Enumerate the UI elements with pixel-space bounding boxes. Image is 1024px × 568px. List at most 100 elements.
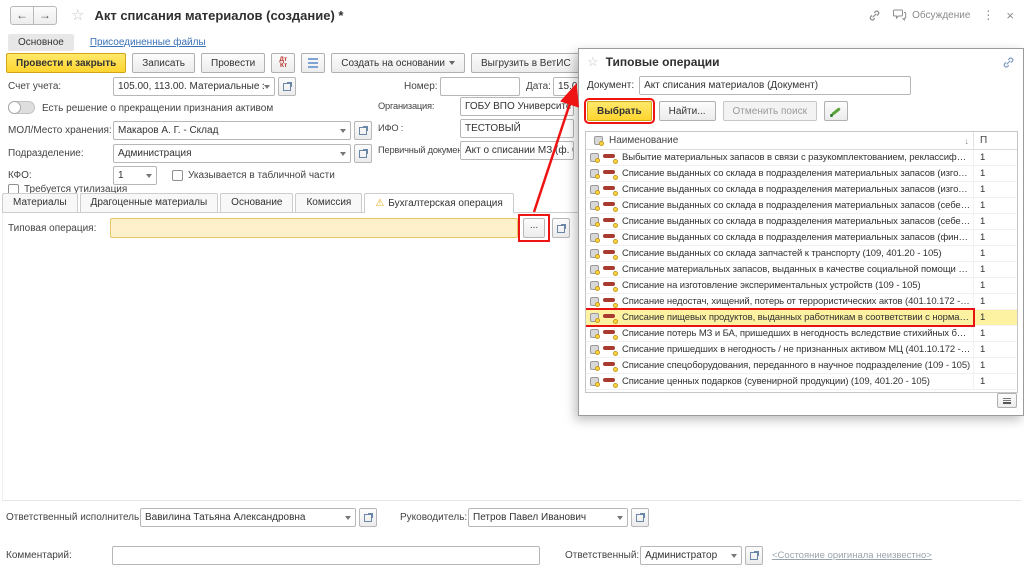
manager-open-button[interactable] [631,508,649,527]
post-and-close-button[interactable]: Провести и закрыть [6,53,126,73]
cancel-search-button[interactable]: Отменить поиск [723,101,817,121]
titlebar: ← → ☆ Акт списания материалов (создание)… [0,0,1024,30]
predefined-icon [590,185,599,194]
predefined-icon [590,345,599,354]
edit-button[interactable] [824,101,848,121]
ifo-field[interactable]: ТЕСТОВЫЙ [460,119,574,138]
predefined-icon [590,233,599,242]
chevron-down-icon[interactable] [340,129,346,133]
period-column-header[interactable]: П [973,132,1017,149]
tab-commission[interactable]: Комиссия [295,193,362,212]
list-row[interactable]: Списание выданных со склада запчастей к … [586,246,1017,262]
operation-name: Списание выданных со склада в подразделе… [622,216,973,227]
typical-operation-open-button[interactable] [552,218,570,238]
list-row[interactable]: Списание потерь МЗ и БА, пришедших в нег… [586,326,1017,342]
chevron-down-icon[interactable] [731,554,737,558]
typical-operation-field[interactable] [110,218,518,238]
organization-field[interactable]: ГОБУ ВПО Университет искусств [460,97,574,116]
list-row[interactable]: Списание выданных со склада в подразделе… [586,166,1017,182]
operation-icon [603,249,616,258]
responsible-field[interactable]: Администратор [640,546,742,565]
tab-accounting-operation[interactable]: ⚠ Бухгалтерская операция [364,193,513,213]
list-row[interactable]: Списание выданных со склада в подразделе… [586,214,1017,230]
operation-icon [603,329,616,338]
dt-kt-button[interactable]: ДтКт [271,53,295,73]
list-row[interactable]: Списание выданных со склада в подразделе… [586,198,1017,214]
date-label: Дата: [526,77,551,96]
chevron-down-icon[interactable] [345,516,351,520]
responsible-executor-field[interactable]: Вавилина Татьяна Александровна [140,508,356,527]
tab-materials[interactable]: Материалы [2,193,78,212]
comment-label: Комментарий: [6,546,72,565]
list-row[interactable]: Списание ценных подарков (сувенирной про… [586,374,1017,390]
kfo-in-table-checkbox[interactable] [172,170,183,181]
list-row[interactable]: Списание выданных со склада в подразделе… [586,182,1017,198]
write-button[interactable]: Записать [132,53,195,73]
derecognition-toggle[interactable] [8,101,35,114]
row-main: Списание пищевых продуктов, выданных раб… [586,310,973,325]
chevron-down-icon[interactable] [340,152,346,156]
mol-field[interactable]: Макаров А. Г. - Склад [113,121,351,140]
forward-button[interactable]: → [33,6,57,25]
popup-document-field[interactable]: Акт списания материалов (Документ) [639,76,911,95]
more-menu-icon[interactable]: ⋮ [982,8,994,22]
section-tabs: Основное Присоединенные файлы [8,32,206,52]
primary-doc-field[interactable]: Акт о списании МЗ (ф. 0510460) ( [460,141,574,160]
list-row[interactable]: Списание недостач, хищений, потерь от те… [586,294,1017,310]
tab-precious-materials[interactable]: Драгоценные материалы [80,193,219,212]
row-main: Списание выданных со склада в подразделе… [586,166,973,181]
typical-operation-choose-button[interactable]: ... [523,218,545,238]
list-row[interactable]: Выбытие материальных запасов в связи с р… [586,150,1017,166]
document-structure-button[interactable] [301,53,325,73]
create-on-base-label: Создать на основании [341,58,445,69]
account-open-button[interactable] [278,77,296,96]
favorite-star-icon[interactable]: ☆ [587,54,599,70]
close-icon[interactable]: × [1006,8,1014,23]
tab-attached-files[interactable]: Присоединенные файлы [90,37,206,48]
department-open-button[interactable] [354,144,372,163]
account-field[interactable]: 105.00, 113.00. Материальные запасы, Би [113,77,275,96]
discussion-button[interactable]: Обсуждение [893,9,970,21]
get-link-icon[interactable] [868,9,881,22]
manager-field[interactable]: Петров Павел Иванович [468,508,628,527]
tab-main[interactable]: Основное [8,34,74,51]
operations-list-header[interactable]: Наименование ↓ П [586,132,1017,150]
original-state-link[interactable]: <Состояние оригинала неизвестно> [772,546,932,565]
operation-period: 1 [973,198,1017,213]
discussion-label: Обсуждение [912,10,970,21]
find-button[interactable]: Найти... [659,101,716,121]
list-row[interactable]: Списание на изготовление экспериментальн… [586,278,1017,294]
chevron-down-icon[interactable] [617,516,623,520]
department-field[interactable]: Администрация [113,144,351,163]
list-row[interactable]: Списание материальных запасов, выданных … [586,262,1017,278]
chevron-down-icon[interactable] [264,85,270,89]
list-row[interactable]: Списание пришедших в негодность / не при… [586,342,1017,358]
post-button[interactable]: Провести [201,53,265,73]
vetis-export-button[interactable]: Выгрузить в ВетИС [471,53,581,73]
warning-icon: ⚠ [375,195,384,213]
history-nav: ← → [10,6,57,25]
operation-icon [603,153,616,162]
manager-value: Петров Павел Иванович [473,512,586,523]
list-row[interactable]: Списание спецоборудования, переданного в… [586,358,1017,374]
back-button[interactable]: ← [10,6,34,25]
select-button[interactable]: Выбрать [587,101,652,121]
row-main: Списание ценных подарков (сувенирной про… [586,374,973,389]
get-link-icon[interactable] [1002,56,1015,69]
chevron-down-icon[interactable] [146,174,152,178]
favorite-star-icon[interactable]: ☆ [71,6,84,24]
scroll-to-end-button[interactable] [997,393,1017,408]
list-row[interactable]: Списание пищевых продуктов, выданных раб… [586,310,1017,326]
tab-basis[interactable]: Основание [220,193,293,212]
operation-name: Списание ценных подарков (сувенирной про… [622,376,973,387]
list-row[interactable]: Списание выданных со склада в подразделе… [586,230,1017,246]
comment-field[interactable] [112,546,540,565]
create-on-base-button[interactable]: Создать на основании [331,53,465,73]
responsible-executor-open-button[interactable] [359,508,377,527]
operation-period: 1 [973,374,1017,389]
responsible-open-button[interactable] [745,546,763,565]
number-field[interactable] [440,77,520,96]
app-window: ← → ☆ Акт списания материалов (создание)… [0,0,1024,568]
name-column-header[interactable]: Наименование ↓ [586,135,973,146]
mol-open-button[interactable] [354,121,372,140]
